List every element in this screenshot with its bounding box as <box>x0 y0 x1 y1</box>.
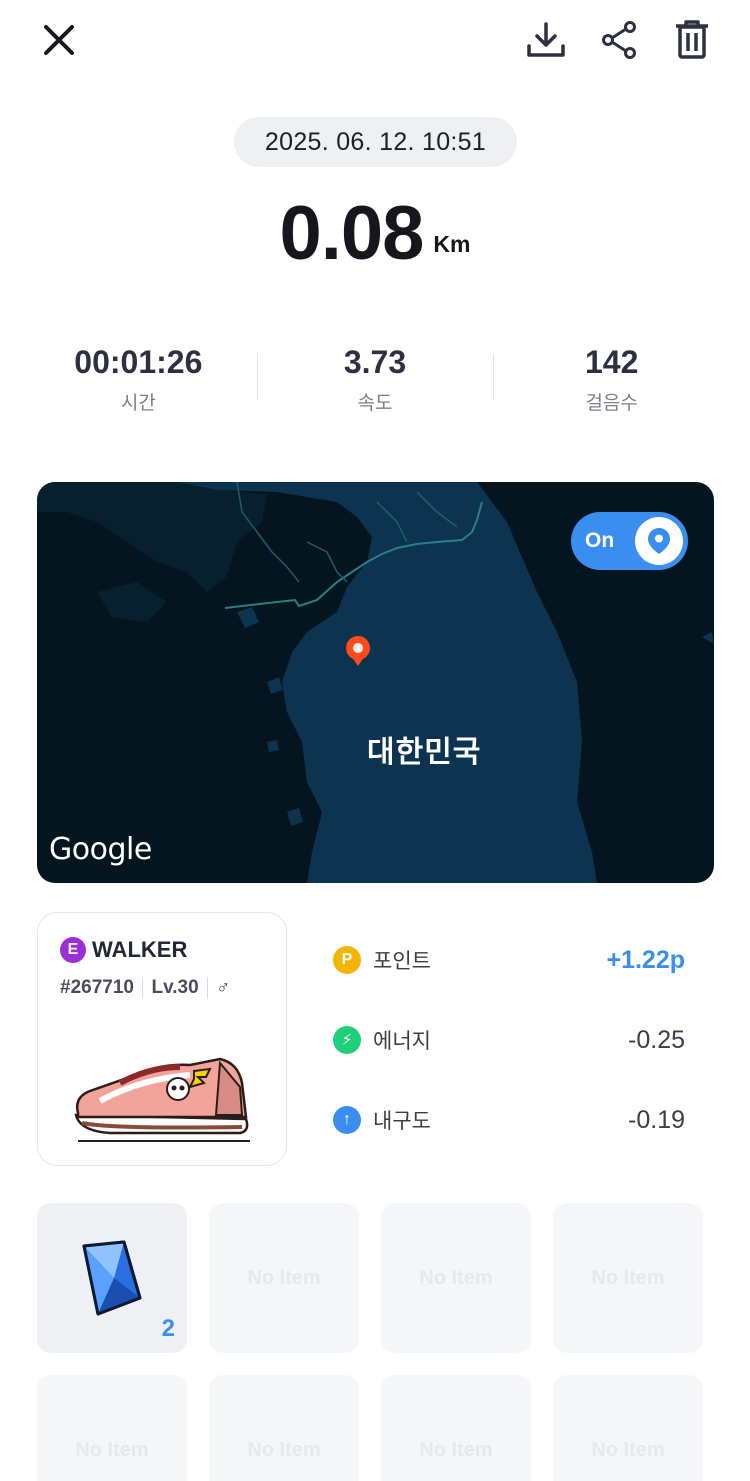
reward-value: +1.22p <box>606 945 685 974</box>
item-slot-empty[interactable]: No Item <box>209 1375 359 1481</box>
reward-label: 내구도 <box>373 1110 431 1133</box>
reward-value: -0.19 <box>628 1105 685 1134</box>
location-toggle[interactable]: On <box>571 512 688 570</box>
item-slot[interactable]: 2 <box>37 1203 187 1353</box>
item-slot-empty[interactable]: No Item <box>553 1203 703 1353</box>
toggle-label: On <box>585 529 615 552</box>
empty-slot-label: No Item <box>419 1438 493 1461</box>
distance-display: 0.08 Km <box>0 182 750 272</box>
location-pin-icon <box>635 517 683 565</box>
reward-durability: ↑ 내구도 -0.19 <box>333 1100 685 1140</box>
stats-row: 00:01:26 시간 3.73 속도 142 걸음수 <box>20 340 730 420</box>
share-button[interactable] <box>593 14 645 66</box>
download-button[interactable] <box>520 14 572 66</box>
google-logo: Google <box>49 832 152 867</box>
item-slot-empty[interactable]: No Item <box>37 1375 187 1481</box>
reward-label: 포인트 <box>373 950 431 973</box>
energy-icon: ⚡ <box>333 1026 361 1054</box>
route-map[interactable]: 대한민국 Google On <box>37 482 714 883</box>
item-slot-empty[interactable]: No Item <box>553 1375 703 1481</box>
item-slot-empty[interactable]: No Item <box>381 1203 531 1353</box>
item-slot-empty[interactable]: No Item <box>209 1203 359 1353</box>
empty-slot-label: No Item <box>419 1266 493 1289</box>
reward-point: P 포인트 +1.22p <box>333 940 685 980</box>
empty-slot-label: No Item <box>591 1438 665 1461</box>
walker-id: #267710 <box>60 977 134 998</box>
stat-label: 시간 <box>120 393 156 414</box>
point-icon: P <box>333 946 361 974</box>
close-icon <box>44 25 74 55</box>
walker-level: Lv.30 <box>151 977 199 998</box>
stat-time: 00:01:26 시간 <box>20 340 257 420</box>
delete-button[interactable] <box>666 14 718 66</box>
empty-slot-label: No Item <box>75 1438 149 1461</box>
walker-meta: #267710 Lv.30 ♂ <box>60 977 230 999</box>
gender-icon: ♂ <box>216 977 231 998</box>
stat-value: 00:01:26 <box>74 344 203 380</box>
stat-steps: 142 걸음수 <box>493 340 730 420</box>
grade-badge: E <box>60 937 86 963</box>
stat-label: 속도 <box>357 393 393 414</box>
stat-label: 걸음수 <box>585 393 638 414</box>
walker-card[interactable]: E WALKER #267710 Lv.30 ♂ <box>37 912 287 1166</box>
empty-slot-label: No Item <box>591 1266 665 1289</box>
distance-value: 0.08 <box>279 191 425 276</box>
sneaker-image <box>74 1057 250 1142</box>
reward-energy: ⚡ 에너지 -0.25 <box>333 1020 685 1060</box>
stat-value: 3.73 <box>343 344 407 380</box>
walker-title: E WALKER <box>60 937 187 963</box>
durability-icon: ↑ <box>333 1106 361 1134</box>
item-count: 2 <box>161 1315 175 1342</box>
walker-name: WALKER <box>92 937 188 962</box>
empty-slot-label: No Item <box>247 1266 321 1289</box>
stat-value: 142 <box>584 344 639 380</box>
record-datetime: 2025. 06. 12. 10:51 <box>234 117 517 167</box>
trash-icon <box>676 20 708 59</box>
divider <box>141 977 144 999</box>
empty-slot-label: No Item <box>247 1438 321 1461</box>
share-icon <box>602 21 636 59</box>
stat-speed: 3.73 속도 <box>256 340 494 420</box>
crystal-icon <box>82 1240 142 1316</box>
distance-unit: Km <box>433 231 471 257</box>
reward-label: 에너지 <box>373 1030 431 1053</box>
close-button[interactable] <box>33 14 85 66</box>
map-region-label: 대한민국 <box>367 736 482 769</box>
top-bar <box>0 0 750 82</box>
item-slot-empty[interactable]: No Item <box>381 1375 531 1481</box>
download-icon <box>527 22 565 57</box>
divider <box>206 977 209 999</box>
reward-value: -0.25 <box>628 1025 685 1054</box>
